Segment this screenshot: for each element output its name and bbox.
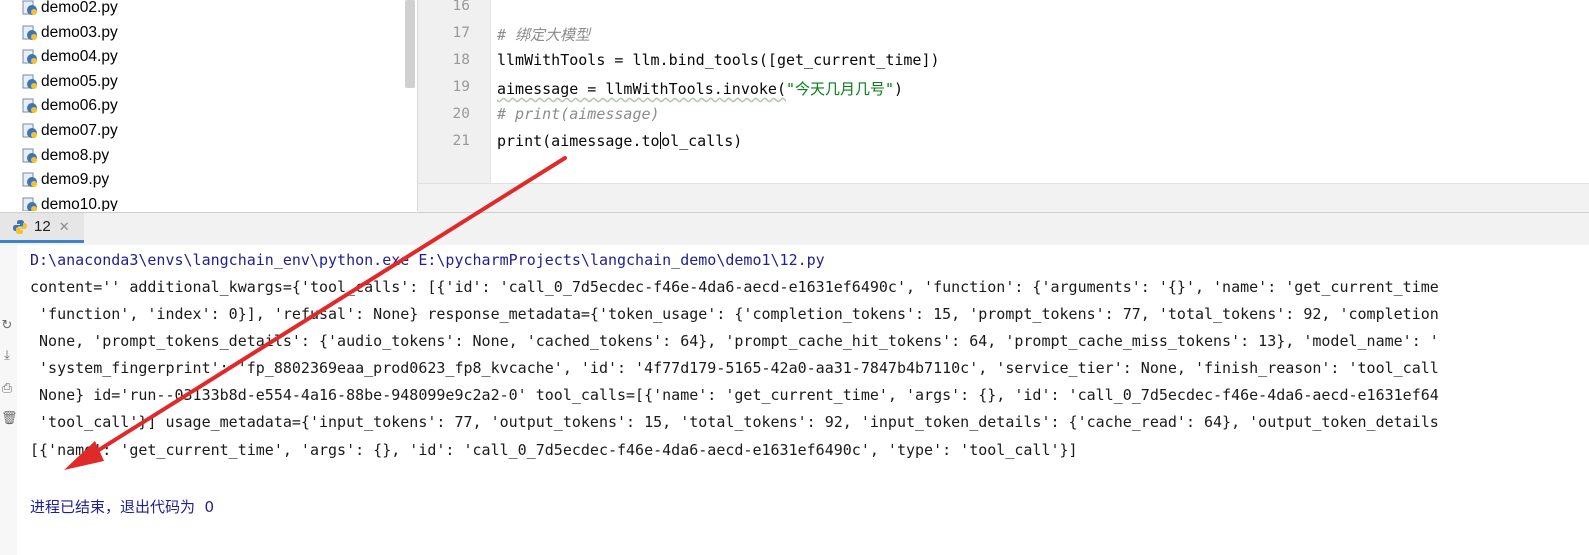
console-tool-calls-output: [{'name': 'get_current_time', 'args': {}… [30,441,1078,459]
line-number: 21 [452,133,470,149]
console-command-line: D:\anaconda3\envs\langchain_env\python.e… [30,251,825,269]
tree-file-demo8[interactable]: demo8.py [22,144,109,168]
tree-file-demo10[interactable]: demo10.py [22,193,118,211]
run-tab-label: 12 [34,218,51,235]
tree-file-demo06[interactable]: demo06.py [22,94,118,118]
line-number: 20 [452,106,470,122]
console-output-line: content='' additional_kwargs={'tool_call… [30,278,1439,296]
python-file-icon [22,98,37,113]
console-output-line: None, 'prompt_tokens_details': {'audio_t… [30,332,1439,350]
run-toolbar: ↻ ⤓ ⎙ 🗑 [0,245,18,555]
code-text: ) [894,80,904,98]
code-line-comment: # 绑定大模型 [497,26,591,44]
code-text: print(aimessage.to [497,132,660,150]
code-text: ol_calls) [661,132,743,150]
python-file-icon [22,49,37,64]
code-string: "今天几月几号" [785,80,895,98]
line-number: 18 [452,52,470,68]
tree-file-demo9[interactable]: demo9.py [22,168,109,192]
console-output-line: 'tool_call'}] usage_metadata={'input_tok… [30,413,1439,431]
python-file-icon [22,197,37,211]
line-number: 17 [452,25,470,41]
tree-scrollbar[interactable] [405,0,415,88]
run-tool-window-header: 12 ✕ [0,212,1589,245]
code-line-bind-tools: llmWithTools = llm.bind_tools([get_curre… [497,51,940,69]
line-number: 19 [452,79,470,95]
rerun-icon[interactable]: ↻ [1,319,13,333]
console-output-line: None} id='run--03133b8d-e554-4a16-88be-9… [30,386,1439,404]
python-file-icon [22,148,37,163]
python-file-icon [22,74,37,89]
code-line-print: print(aimessage.to ol_calls) [497,132,742,150]
python-file-icon [22,25,37,40]
line-number-gutter: 16 17 18 19 20 21 [418,0,491,183]
python-file-icon [22,172,37,187]
python-run-icon [13,219,27,234]
tree-file-demo07[interactable]: demo07.py [22,119,118,143]
console-exit-message: 进程已结束，退出代码为 0 [30,498,215,516]
project-tree: demo02.py demo03.py demo04.py demo05.py … [0,0,418,211]
code-line-invoke: aimessage = llmWithTools.invoke("今天几月几号"… [497,78,903,99]
editor-breadcrumb-bar [418,183,1589,212]
code-text: aimessage = llmWithTools.invoke( [497,80,786,98]
line-number: 16 [452,0,470,14]
tree-file-demo03[interactable]: demo03.py [22,21,118,45]
python-file-icon [22,123,37,138]
console-output-line: 'function', 'index': 0}], 'refusal': Non… [30,305,1439,323]
console-output-line: 'system_fingerprint': 'fp_8802369eaa_pro… [30,359,1439,377]
python-file-icon [22,0,37,15]
close-icon[interactable]: ✕ [59,219,70,235]
code-line-comment-print: # print(aimessage) [497,105,660,123]
run-console[interactable]: D:\anaconda3\envs\langchain_env\python.e… [18,245,1589,555]
run-tab[interactable]: 12 ✕ [0,213,84,243]
tree-file-demo02[interactable]: demo02.py [22,0,118,20]
scroll-to-end-icon[interactable]: ⤓ [1,349,13,363]
tree-file-demo05[interactable]: demo05.py [22,70,118,94]
tree-file-demo04[interactable]: demo04.py [22,45,118,69]
print-icon[interactable]: ⎙ [1,382,13,396]
delete-icon[interactable]: 🗑 [1,412,18,426]
code-editor[interactable]: 16 17 18 19 20 21 # 绑定大模型 llmWithTools =… [418,0,1589,183]
